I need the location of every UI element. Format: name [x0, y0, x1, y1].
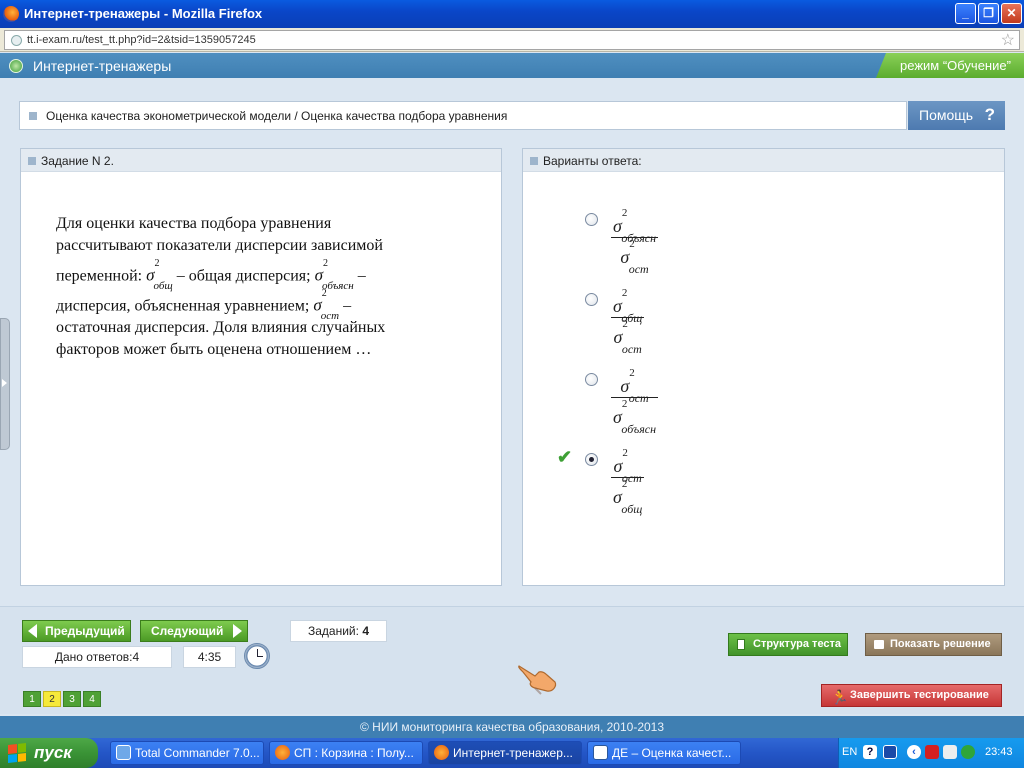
runner-icon: 🏃 [831, 689, 849, 705]
mode-badge: режим “Обучение” [876, 53, 1024, 78]
help-label: Помощь [919, 107, 974, 123]
windows-flag-icon [8, 743, 26, 763]
total-commander-icon [116, 745, 131, 760]
sigma-total-symbol: σ2общ [146, 258, 173, 293]
answers-panel-header: Варианты ответа: [523, 149, 1004, 172]
bullet-square-icon [28, 157, 36, 165]
page-link-4[interactable]: 4 [83, 691, 101, 707]
word-document-icon [593, 745, 608, 760]
list-icon [737, 639, 745, 650]
close-button[interactable]: ✕ [1001, 3, 1022, 24]
side-panel-toggle[interactable] [0, 318, 10, 450]
answer-fraction: σ2общ σ2ост [611, 287, 645, 356]
taskbar-item-firefox-trainer[interactable]: Интернет-тренажер... [428, 741, 582, 765]
arrow-right-icon [233, 624, 242, 638]
answers-title: Варианты ответа: [543, 154, 642, 168]
taskbar-item-firefox-sp[interactable]: СП : Корзина : Полу... [269, 741, 423, 765]
question-icon: ? [984, 105, 995, 124]
minimize-button[interactable]: _ [955, 3, 976, 24]
page-link-2-current[interactable]: 2 [43, 691, 61, 707]
task-line: остаточная дисперсия. Доля влияния случа… [56, 319, 386, 336]
answer-option-2[interactable]: σ2общ σ2ост [523, 287, 823, 357]
network-tray-icon[interactable] [961, 745, 975, 759]
clock-icon [244, 643, 270, 669]
window-title: Интернет-тренажеры - Mozilla Firefox [24, 6, 263, 21]
task-line: факторов может быть оценена отношением … [56, 341, 372, 358]
address-bar: tt.i-exam.ru/test_tt.php?id=2&tsid=13590… [0, 28, 1024, 52]
shield-tray-icon[interactable] [943, 745, 957, 759]
answer-option-1[interactable]: σ2объясн σ2ост [523, 207, 823, 277]
antivirus-tray-icon[interactable] [925, 745, 939, 759]
page-link-1[interactable]: 1 [23, 691, 41, 707]
help-button[interactable]: Помощь ? [908, 101, 1005, 130]
footer: © НИИ мониторинга качества образования, … [0, 716, 1024, 738]
app-header: Интернет-тренажеры режим “Обучение” [0, 53, 1024, 78]
task-line: рассчитывают показатели дисперсии зависи… [56, 237, 383, 254]
taskbar-item-total-commander[interactable]: Total Commander 7.0... [110, 741, 264, 765]
tasks-count-box: Заданий: 4 [290, 620, 387, 642]
answers-panel: Варианты ответа: σ2объясн σ2ост σ2общ σ2… [522, 148, 1005, 586]
keyboard-tray-icon[interactable] [883, 745, 897, 759]
expand-tray-icon[interactable]: ‹ [907, 745, 921, 759]
firefox-icon [434, 745, 449, 760]
task-title: Задание N 2. [41, 154, 114, 168]
answered-count: Дано ответов:4 [22, 646, 172, 668]
show-solution-button[interactable]: Показать решение [865, 633, 1002, 656]
url-text: tt.i-exam.ru/test_tt.php?id=2&tsid=13590… [27, 34, 256, 46]
answer-radio[interactable] [585, 373, 598, 386]
help-tray-icon[interactable]: ? [863, 745, 877, 759]
app-logo-icon [9, 59, 23, 73]
book-icon [874, 640, 884, 649]
task-panel-header: Задание N 2. [21, 149, 501, 172]
answer-option-3[interactable]: σ2ост σ2объясн [523, 367, 823, 437]
previous-button[interactable]: Предыдущий [22, 620, 131, 642]
bookmark-star-icon[interactable]: ☆ [1001, 30, 1015, 50]
answer-fraction: σ2объясн σ2ост [611, 207, 659, 276]
answer-option-4[interactable]: ✔ σ2ост σ2общ [523, 447, 823, 517]
test-structure-button[interactable]: Структура теста [728, 633, 848, 656]
timer: 4:35 [183, 646, 236, 668]
hand-cursor-icon [518, 665, 557, 695]
start-button[interactable]: пуск [0, 738, 98, 768]
sigma-residual-symbol: σ2ост [313, 288, 340, 323]
task-line: Для оценки качества подбора уравнения [56, 215, 332, 232]
page-link-3[interactable]: 3 [63, 691, 81, 707]
window-titlebar: Интернет-тренажеры - Mozilla Firefox _ ❐… [0, 0, 1024, 28]
finish-test-button[interactable]: 🏃 Завершить тестирование [821, 684, 1002, 707]
answer-radio[interactable] [585, 213, 598, 226]
task-text: Для оценки качества подбора уравнения ра… [56, 213, 446, 361]
task-line: дисперсия, объясненная уравнением; σ2ост… [56, 287, 446, 322]
breadcrumb-text: Оценка качества эконометрической модели … [46, 109, 508, 123]
arrow-left-icon [28, 624, 37, 638]
breadcrumb: Оценка качества эконометрической модели … [19, 101, 907, 130]
answer-radio-selected[interactable] [585, 453, 598, 466]
taskbar-item-word-doc[interactable]: ДЕ – Оценка качест... [587, 741, 741, 765]
answer-radio[interactable] [585, 293, 598, 306]
firefox-icon [275, 745, 290, 760]
bullet-square-icon [530, 157, 538, 165]
clock-time[interactable]: 23:43 [985, 746, 1013, 758]
correct-check-icon: ✔ [557, 447, 573, 467]
answer-fraction: σ2ост σ2общ [611, 447, 645, 516]
task-panel: Задание N 2. Для оценки качества подбора… [20, 148, 502, 586]
url-field[interactable]: tt.i-exam.ru/test_tt.php?id=2&tsid=13590… [4, 30, 1020, 50]
task-line: переменной: σ2общ – общая дисперсия; σ2о… [56, 257, 446, 292]
maximize-button[interactable]: ❐ [978, 3, 999, 24]
app-title: Интернет-тренажеры [33, 58, 172, 74]
language-indicator[interactable]: EN [842, 746, 857, 758]
firefox-icon [3, 6, 19, 22]
site-identity-icon[interactable] [11, 35, 22, 46]
system-tray: EN ? ‹ 23:43 [838, 738, 1024, 768]
taskbar: пуск Total Commander 7.0... СП : Корзина… [0, 738, 1024, 768]
bullet-square-icon [29, 112, 37, 120]
next-button[interactable]: Следующий [140, 620, 248, 642]
answer-fraction: σ2ост σ2объясн [611, 367, 659, 436]
